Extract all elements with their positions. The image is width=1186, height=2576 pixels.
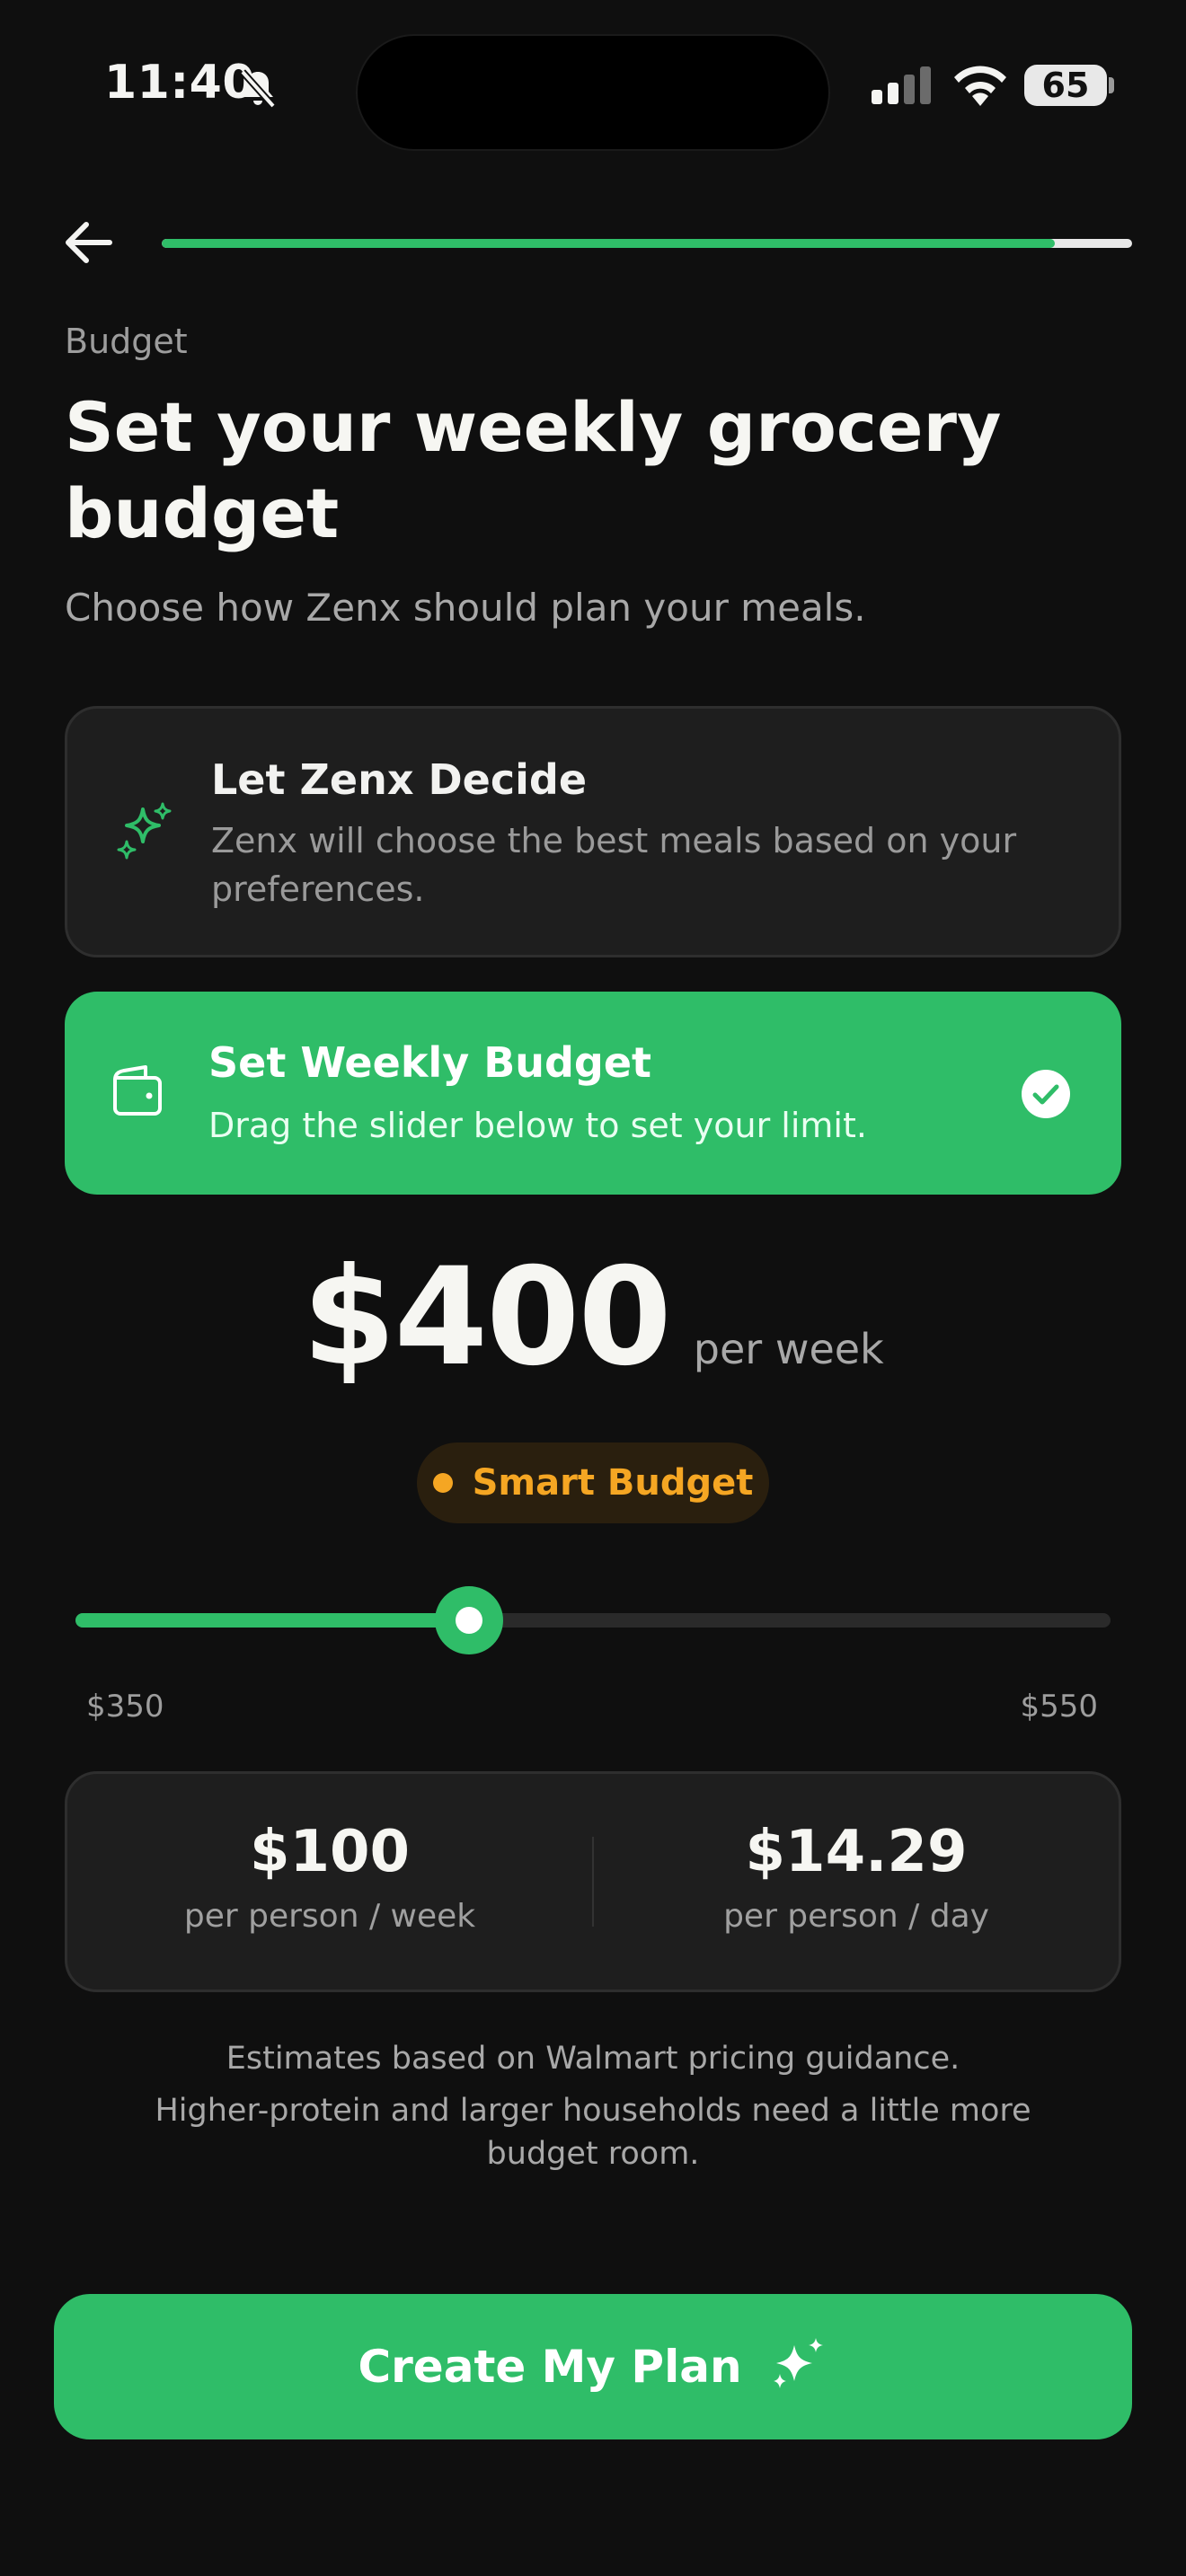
stat-label: per person / week: [183, 1898, 476, 1935]
battery-level: 65: [1041, 66, 1090, 105]
budget-breakdown-card: $100 per person / week $14.29 per person…: [65, 1771, 1121, 1992]
sparkles-icon: [112, 800, 177, 869]
stat-label: per person / day: [723, 1898, 989, 1935]
arrow-left-icon: [66, 222, 112, 263]
wifi-icon: [951, 65, 1010, 111]
budget-amount: $400: [302, 1239, 671, 1396]
pricing-note: Estimates based on Walmart pricing guida…: [226, 2041, 960, 2077]
smart-budget-badge: Smart Budget: [417, 1442, 769, 1523]
battery-cap: [1109, 77, 1114, 93]
budget-amount-display: $400 per week: [0, 1239, 1186, 1396]
option-description: Drag the slider below to set your limit.: [208, 1106, 867, 1145]
option-set-weekly-budget[interactable]: Set Weekly Budget Drag the slider below …: [65, 992, 1121, 1195]
option-title: Let Zenx Decide: [211, 755, 588, 804]
back-button[interactable]: [63, 219, 113, 269]
badge-label: Smart Budget: [472, 1462, 754, 1504]
slider-max-label: $550: [1020, 1689, 1098, 1725]
household-note: Higher-protein and larger households nee…: [155, 2093, 1031, 2172]
option-let-zenx-decide[interactable]: Let Zenx Decide Zenx will choose the bes…: [65, 706, 1121, 957]
wallet-icon: [110, 1065, 167, 1123]
budget-slider-thumb[interactable]: [435, 1586, 503, 1654]
stat-value: $14.29: [745, 1819, 968, 1885]
progress-fill: [162, 239, 1055, 248]
budget-unit: per week: [693, 1325, 884, 1373]
option-title: Set Weekly Budget: [208, 1038, 652, 1087]
cellular-signal-icon: [872, 66, 934, 110]
per-person-day-stat: $14.29 per person / day: [594, 1774, 1119, 1989]
slider-min-label: $350: [86, 1689, 164, 1725]
page-title: Set your weekly grocery budget: [65, 387, 1002, 553]
option-description: Zenx will choose the best meals based on…: [211, 821, 1017, 909]
status-dot: [432, 1473, 453, 1493]
sparkles-icon: [767, 2334, 828, 2399]
check-circle-icon: [1021, 1069, 1071, 1123]
battery-icon: 65: [1024, 65, 1107, 106]
stat-value: $100: [249, 1819, 411, 1885]
status-time: 11:40: [104, 56, 256, 110]
bell-muted-icon: [235, 66, 280, 115]
slider-thumb-dot: [456, 1607, 482, 1634]
budget-slider-fill: [75, 1613, 469, 1628]
create-my-plan-button[interactable]: Create My Plan: [54, 2294, 1132, 2439]
page-subtitle: Choose how Zenx should plan your meals.: [65, 586, 866, 630]
per-person-week-stat: $100 per person / week: [67, 1774, 592, 1989]
progress-bar: [162, 239, 1132, 248]
cta-label: Create My Plan: [358, 2341, 742, 2393]
step-label: Budget: [65, 322, 188, 361]
dynamic-island: [356, 34, 830, 151]
